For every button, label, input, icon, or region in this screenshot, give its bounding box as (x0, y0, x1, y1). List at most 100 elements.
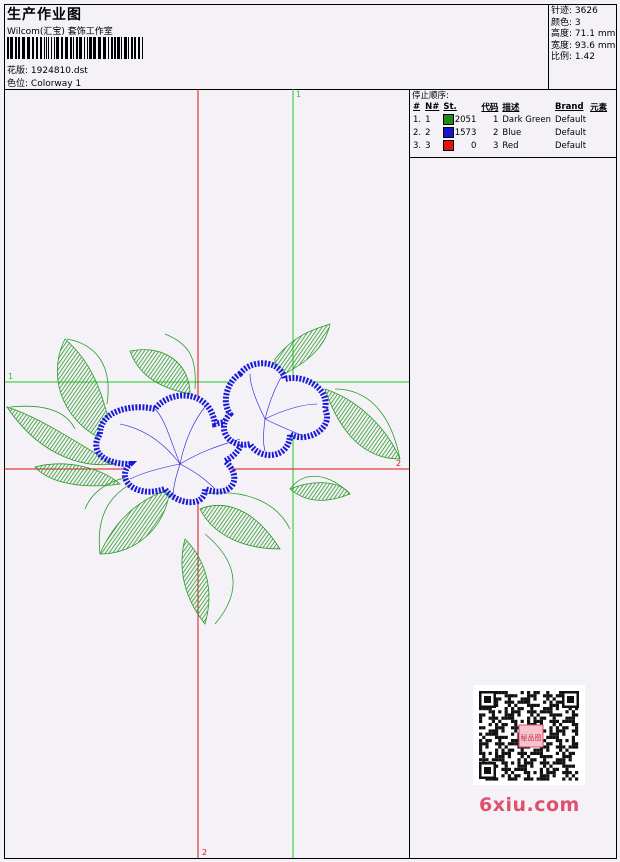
qr-module (568, 771, 572, 775)
qr-module (498, 735, 502, 739)
qr-module (507, 694, 511, 698)
barcode-bar (131, 37, 133, 59)
qr-module (549, 707, 553, 711)
qr-module (571, 751, 575, 755)
qr-module (482, 713, 486, 717)
qr-module (530, 710, 534, 714)
qr-module (543, 777, 547, 781)
barcode-bar (124, 37, 127, 59)
qr-module (555, 732, 559, 736)
colorway-name: Colorway 1 (30, 79, 82, 89)
stop-cell-elem (588, 113, 609, 126)
stop-row[interactable]: 1. 1 2051 1 Dark Green Default (411, 113, 609, 126)
qr-module (523, 758, 527, 762)
qr-module (575, 713, 579, 717)
barcode-bar (32, 37, 34, 59)
qr-module (485, 758, 489, 762)
stop-row[interactable]: 2. 2 1573 2 Blue Default (411, 126, 609, 139)
qr-module (527, 691, 531, 695)
qr-module (498, 739, 502, 743)
qr-module (552, 716, 556, 720)
qr-module (501, 742, 505, 746)
qr-module (517, 764, 521, 768)
qr-module (575, 729, 579, 733)
qr-module (543, 710, 547, 714)
qr-module (491, 758, 495, 762)
color-count: 颜色: 3 (551, 17, 581, 28)
qr-module (520, 755, 524, 759)
barcode-bar (87, 37, 88, 59)
qr-module (523, 771, 527, 775)
qr-module (546, 774, 550, 778)
qr-module (482, 751, 486, 755)
qr-module (575, 726, 579, 730)
qr-module (530, 707, 534, 711)
qr-module (552, 713, 556, 717)
qr-module (507, 755, 511, 759)
qr-module (520, 751, 524, 755)
qr-module (501, 761, 505, 765)
qr-module (539, 719, 543, 723)
qr-module (507, 713, 511, 717)
qr-module (536, 691, 540, 695)
qr-module (571, 745, 575, 749)
qr-module (536, 703, 540, 707)
stop-cell-desc: Blue (502, 127, 522, 138)
qr-module (504, 716, 508, 720)
qr-module (488, 716, 492, 720)
barcode-bar (108, 37, 109, 59)
qr-module (555, 700, 559, 704)
qr-module (488, 732, 492, 736)
stop-row[interactable]: 3. 3 0 3 Red Default (411, 139, 609, 152)
qr-module (514, 739, 518, 743)
qr-module (533, 697, 537, 701)
qr-module (517, 710, 521, 714)
barcode-bar (10, 37, 13, 59)
qr-module (507, 774, 511, 778)
qr-module (479, 748, 483, 752)
qr-module (539, 751, 543, 755)
stop-cell-code: 2 (492, 127, 499, 138)
qr-module (562, 777, 566, 781)
qr-module (495, 723, 499, 727)
qr-module (514, 723, 518, 727)
qr-module (479, 716, 483, 720)
design-stats: 针迹: 3626 颜色: 3 高度: 71.1 mm 宽度: 93.6 mm 比… (548, 5, 616, 89)
qr-module (568, 764, 572, 768)
qr-module (520, 767, 524, 771)
qr-module (511, 710, 515, 714)
barcode-bar (114, 37, 116, 59)
qr-module (543, 694, 547, 698)
qr-module (559, 713, 563, 717)
qr-module (501, 735, 505, 739)
barcode-bar (142, 37, 143, 59)
qr-module (507, 703, 511, 707)
qr-module (559, 748, 563, 752)
design-preview[interactable]: 1 1 2 2 (5, 89, 410, 858)
qr-module (504, 723, 508, 727)
qr-stamp-text: 秘品图 (521, 733, 542, 742)
qr-module (507, 777, 511, 781)
qr-module (530, 758, 534, 762)
colorway-label: 色位: (7, 79, 29, 89)
qr-module (501, 729, 505, 733)
qr-module (523, 764, 527, 768)
flower-petals (93, 360, 330, 506)
qr-module (530, 764, 534, 768)
qr-module (555, 694, 559, 698)
qr-module (498, 726, 502, 730)
qr-module (504, 694, 508, 698)
qr-module (543, 761, 547, 765)
barcode-bar (15, 37, 17, 59)
qr-module (555, 726, 559, 730)
qr-module (565, 739, 569, 743)
qr-module (555, 758, 559, 762)
stop-cell-brand: Default (555, 114, 587, 125)
header: 生产作业图 Wilcom(汇宝) 套饰工作室 花版: 1924810.dst 色… (5, 5, 616, 90)
qr-module (559, 742, 563, 746)
qr-module (514, 710, 518, 714)
qr-module (511, 777, 515, 781)
barcode-bar (56, 37, 59, 59)
qr-module (520, 697, 524, 701)
qr-module (571, 774, 575, 778)
